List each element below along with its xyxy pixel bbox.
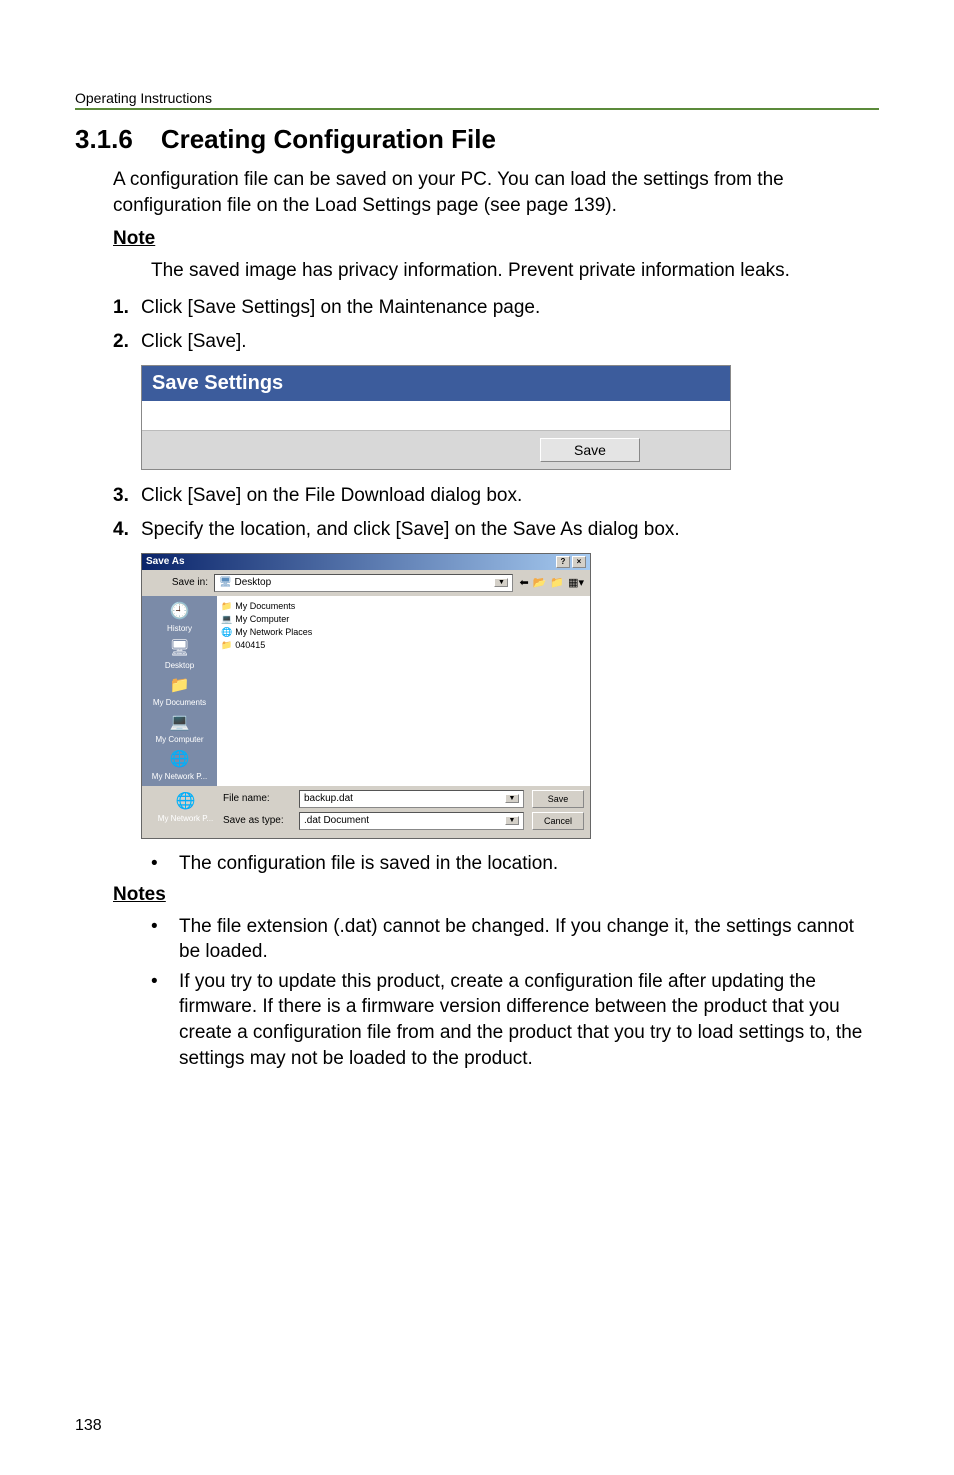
section-title: Creating Configuration File: [161, 124, 496, 154]
step-3: 3. Click [Save] on the File Download dia…: [113, 482, 879, 511]
saveastype-value: .dat Document: [304, 815, 369, 826]
sidebar-label: My Network P...: [158, 814, 213, 823]
chevron-down-icon[interactable]: ▼: [505, 794, 519, 803]
step-number: 4.: [113, 516, 141, 545]
step-text: Click [Save] on the File Download dialog…: [141, 482, 879, 511]
notes-bullet-1: • The file extension (.dat) cannot be ch…: [151, 914, 879, 965]
bullet-marker: •: [151, 851, 179, 878]
save-settings-panel: Save Settings Save: [141, 365, 731, 470]
step-number: 2.: [113, 328, 141, 357]
sidebar-item-history[interactable]: 🕘 History: [167, 600, 192, 633]
filename-label: File name:: [223, 793, 293, 804]
panel-body: [142, 401, 730, 431]
computer-icon: 💻: [167, 711, 191, 733]
desktop-icon: 🖥: [219, 577, 232, 588]
desktop-icon: 🖥: [167, 637, 191, 659]
bullet-text: The file extension (.dat) cannot be chan…: [179, 914, 879, 965]
sidebar-label: My Computer: [155, 735, 203, 744]
filename-value: backup.dat: [304, 793, 353, 804]
step-1: 1. Click [Save Settings] on the Maintena…: [113, 294, 879, 323]
nav-up-icon[interactable]: 📂: [533, 576, 547, 589]
sidebar-item-desktop[interactable]: 🖥 Desktop: [165, 637, 194, 670]
history-icon: 🕘: [167, 600, 191, 622]
note-text: The saved image has privacy information.…: [151, 258, 879, 284]
bullet-text: If you try to update this product, creat…: [179, 969, 879, 1072]
folder-icon: 📁: [167, 674, 191, 696]
save-button[interactable]: Save: [540, 438, 640, 462]
save-in-value: Desktop: [234, 577, 271, 588]
bullet-marker: •: [151, 969, 179, 1072]
sidebar-label: My Network P...: [152, 772, 207, 781]
folder-icon: 📁: [221, 601, 232, 612]
close-button[interactable]: ×: [572, 556, 586, 568]
network-icon: 🌐: [167, 748, 191, 770]
section-heading: 3.1.6 Creating Configuration File: [75, 124, 879, 155]
page-number: 138: [75, 1417, 102, 1435]
dialog-title: Save As: [146, 556, 185, 567]
list-item[interactable]: 💻My Computer: [221, 613, 586, 626]
sidebar-item-mycomp[interactable]: 💻 My Computer: [155, 711, 203, 744]
cancel-button[interactable]: Cancel: [532, 812, 584, 830]
save-in-label: Save in:: [148, 577, 208, 588]
list-item-label: My Network Places: [235, 627, 312, 637]
chevron-down-icon[interactable]: ▼: [505, 816, 519, 825]
notes-heading: Notes: [113, 884, 879, 906]
step-text: Click [Save Settings] on the Maintenance…: [141, 294, 879, 323]
section-number: 3.1.6: [75, 124, 133, 155]
filename-input[interactable]: backup.dat ▼: [299, 790, 524, 808]
save-in-dropdown[interactable]: 🖥 Desktop ▼: [214, 574, 513, 592]
nav-view-icon[interactable]: ▦▾: [568, 576, 584, 589]
help-button[interactable]: ?: [556, 556, 570, 568]
saveastype-label: Save as type:: [223, 815, 293, 826]
sidebar-label: Desktop: [165, 661, 194, 670]
notes-bullet-2: • If you try to update this product, cre…: [151, 969, 879, 1072]
step-number: 3.: [113, 482, 141, 511]
intro-paragraph: A configuration file can be saved on you…: [113, 167, 879, 218]
step-4: 4. Specify the location, and click [Save…: [113, 516, 879, 545]
panel-footer: Save: [142, 431, 730, 469]
list-item[interactable]: 📁My Documents: [221, 600, 586, 613]
panel-title: Save Settings: [142, 366, 730, 401]
nav-newfolder-icon[interactable]: 📁: [550, 576, 564, 589]
header-divider: [75, 108, 879, 110]
save-button[interactable]: Save: [532, 790, 584, 808]
note-heading: Note: [113, 228, 879, 250]
network-icon: 🌐: [221, 627, 232, 638]
computer-icon: 💻: [221, 614, 232, 625]
list-item-label: 040415: [235, 640, 265, 650]
network-icon: 🌐: [174, 790, 198, 812]
sidebar-label: History: [167, 624, 192, 633]
nav-back-icon[interactable]: ⬅: [519, 576, 528, 589]
bullet-marker: •: [151, 914, 179, 965]
places-sidebar: 🕘 History 🖥 Desktop 📁 My Documents 💻 My …: [142, 596, 217, 786]
sidebar-item-mynet[interactable]: 🌐 My Network P...: [152, 748, 207, 781]
dialog-titlebar: Save As ? ×: [142, 554, 590, 570]
folder-icon: 📁: [221, 640, 232, 651]
list-item-label: My Documents: [235, 601, 295, 611]
step-number: 1.: [113, 294, 141, 323]
sidebar-label: My Documents: [153, 698, 206, 707]
bullet-item: • The configuration file is saved in the…: [151, 851, 879, 878]
list-item[interactable]: 🌐My Network Places: [221, 626, 586, 639]
save-as-dialog: Save As ? × Save in: 🖥 Desktop ▼ ⬅ 📂 📁 ▦…: [141, 553, 591, 839]
step-text: Click [Save].: [141, 328, 879, 357]
bullet-text: The configuration file is saved in the l…: [179, 851, 879, 878]
list-item[interactable]: 📁040415: [221, 639, 586, 652]
file-list[interactable]: 📁My Documents 💻My Computer 🌐My Network P…: [217, 596, 590, 786]
list-item-label: My Computer: [235, 614, 289, 624]
step-2: 2. Click [Save].: [113, 328, 879, 357]
step-text: Specify the location, and click [Save] o…: [141, 516, 879, 545]
running-header: Operating Instructions: [75, 90, 879, 106]
sidebar-item-mydocs[interactable]: 📁 My Documents: [153, 674, 206, 707]
saveastype-dropdown[interactable]: .dat Document ▼: [299, 812, 524, 830]
chevron-down-icon[interactable]: ▼: [494, 578, 508, 587]
